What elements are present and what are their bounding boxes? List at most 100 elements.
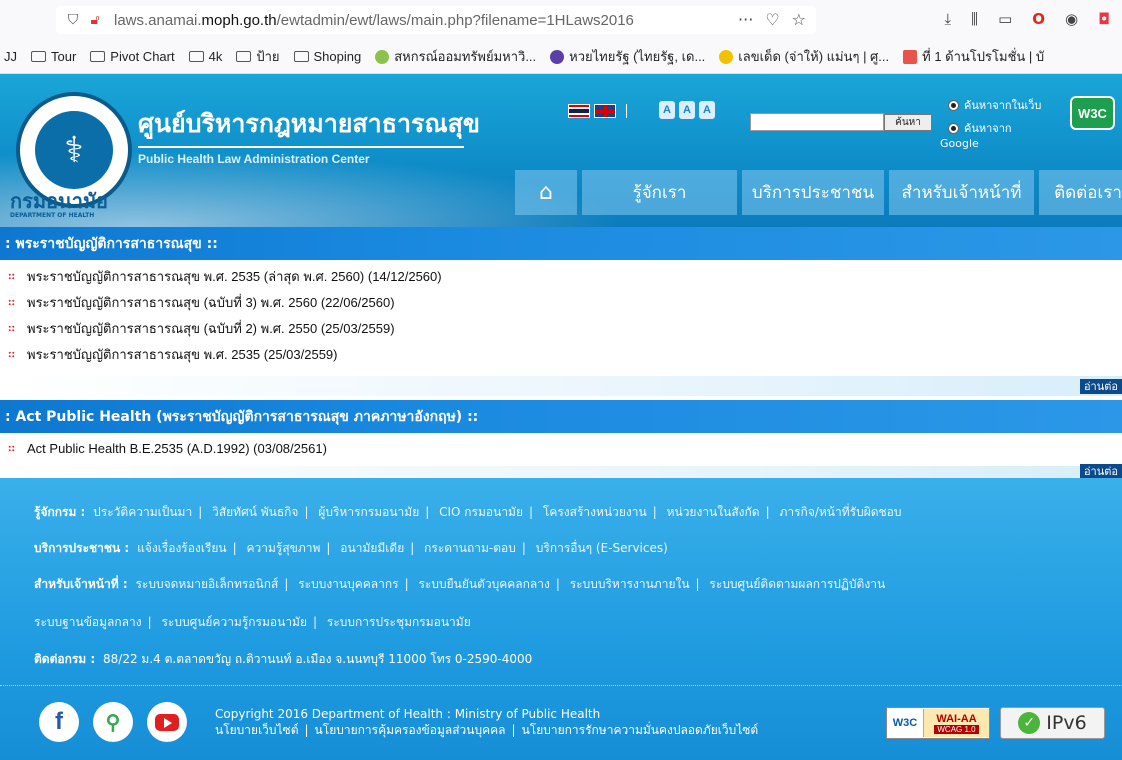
search-input[interactable] [750,113,884,131]
bookmark-pivot-chart[interactable]: Pivot Chart [90,49,175,64]
bookmark-lottery[interactable]: เลขเด็ด (จ่าให้) แม่นๆ | ศู... [719,46,889,67]
bookmark-shoping[interactable]: Shoping [293,49,361,64]
read-more-bar: อ่านต่อ [0,464,1122,479]
search-option-site[interactable]: ค้นหาจากในเว็บ [948,96,1041,114]
extension-icon[interactable]: ◉ [1065,10,1078,28]
thairath-icon [550,49,565,64]
sidebar-icon[interactable]: ▭ [998,10,1012,28]
footer-link[interactable]: ภารกิจ/หน้าที่รับผิดชอบ [779,505,901,519]
footer-service-label: บริการประชาชน : [34,541,130,555]
law-list-public-health-act: พระราชบัญญัติการสาธารณสุข พ.ศ. 2535 (ล่า… [0,263,1122,367]
w3c-badge[interactable]: W3C [1070,96,1115,130]
main-navigation: ⌂ รู้จักเรา บริการประชาชน สำหรับเจ้าหน้า… [515,170,1122,215]
footer-link[interactable]: อนามัยมีเดีย [340,541,404,555]
nav-contact[interactable]: ติดต่อเรา [1039,170,1122,215]
folder-icon [293,51,309,62]
policy-link[interactable]: นโยบายการรักษาความมั่นคงปลอดภัยเว็บไซต์ [522,723,759,737]
footer-link[interactable]: ผู้บริหารกรมอนามัย [318,505,419,519]
footer-staff-label: สำหรับเจ้าหน้าที่ : [34,577,128,591]
bookmark-thairath[interactable]: หวยไทยรัฐ (ไทยรัฐ, เด... [550,46,705,67]
address-bar[interactable]: ⛉ 🔓︎ laws.anamai.moph.go.th/ewtadmin/ewt… [56,6,816,34]
title-divider [138,146,464,148]
footer-link[interactable]: แจ้งเรื่องร้องเรียน [137,541,227,555]
wai-w3c-label: W3C [892,717,918,729]
footer-link[interactable]: ระบบฐานข้อมูลกลาง [34,615,142,629]
policy-link[interactable]: นโยบายการคุ้มครองข้อมูลส่วนบุคคล [315,723,506,737]
site-subtitle: Public Health Law Administration Center [138,152,370,166]
bookmark-promo[interactable]: ที่ 1 ด้านโปรโมชั่น | บั [903,46,1044,67]
language-switcher [568,104,627,118]
bookmark-overflow[interactable]: JJ [4,49,17,64]
radio-site[interactable] [948,99,959,111]
read-more-button[interactable]: อ่านต่อ [1079,379,1122,394]
font-small-button[interactable]: A [659,101,675,119]
wcag-label: WCAG 1.0 [934,724,979,734]
law-item[interactable]: พระราชบัญญัติการสาธารณสุข (ฉบับที่ 3) พ.… [0,289,1122,315]
footer-link[interactable]: ระบบการประชุมกรมอนามัย [327,615,471,629]
footer-link[interactable]: วิสัยทัศน์ พันธกิจ [212,505,298,519]
section-heading-act-english: : Act Public Health (พระราชบัญญัติการสาธ… [0,400,1122,433]
youtube-icon[interactable] [147,702,187,742]
bookmark-coop[interactable]: สหกรณ์ออมทรัพย์มหาวิ... [375,46,536,67]
law-item[interactable]: Act Public Health B.E.2535 (A.D.1992) (0… [0,435,1122,461]
font-large-button[interactable]: A [699,101,715,119]
law-item[interactable]: พระราชบัญญัติการสาธารณสุข พ.ศ. 2535 (25/… [0,341,1122,367]
site-footer: รู้จักกรม : ประวัติความเป็นมา | วิสัยทัศน… [0,478,1122,760]
footer-link[interactable]: โครงสร้างหน่วยงาน [543,505,647,519]
footer-link[interactable]: หน่วยงานในสังกัด [667,505,760,519]
folder-icon [188,51,204,62]
footer-link[interactable]: ระบบยืนยันตัวบุคคลกลาง [418,577,549,591]
page-actions-icon[interactable]: ··· [738,10,753,29]
nav-staff[interactable]: สำหรับเจ้าหน้าที่ [889,170,1034,215]
bullet-icon [8,272,15,280]
library-icon[interactable]: ⫼ [971,10,978,28]
footer-link[interactable]: ความรู้สุขภาพ [246,541,320,555]
footer-link[interactable]: ระบบงานบุคคลากร [298,577,398,591]
read-more-button[interactable]: อ่านต่อ [1079,464,1122,479]
caduceus-icon: ⚕ [35,111,113,189]
bookmark-sign[interactable]: ป้าย [236,46,280,67]
search-option-google[interactable]: ค้นหาจาก [948,119,1012,137]
uk-flag-icon[interactable] [594,104,616,118]
search-button[interactable]: ค้นหา [884,114,932,131]
footer-link[interactable]: CIO กรมอนามัย [439,505,523,519]
pocket-icon[interactable]: ♡ [765,10,779,29]
footer-link[interactable]: ระบบบริหารงานภายใน [570,577,690,591]
folder-icon [31,51,46,62]
addon-icon[interactable]: ◘ [1098,10,1110,28]
law-item[interactable]: พระราชบัญญัติการสาธารณสุข พ.ศ. 2535 (ล่า… [0,263,1122,289]
facebook-icon[interactable]: f [39,702,79,742]
tracking-shield-icon[interactable]: ⛉ [62,12,84,28]
footer-link[interactable]: ประวัติความเป็นมา [93,505,192,519]
google-maps-icon[interactable]: ⚲ [93,702,133,742]
font-medium-button[interactable]: A [679,101,695,119]
thai-flag-icon[interactable] [568,104,590,118]
bookmark-tour[interactable]: Tour [31,49,76,64]
footer-contact-address: 88/22 ม.4 ต.ตลาดขวัญ ถ.ติวานนท์ อ.เมือง … [103,652,533,666]
footer-service-row: บริการประชาชน : แจ้งเรื่องร้องเรียน | ควา… [34,541,668,555]
footer-link[interactable]: ระบบจดหมายอิเล็กทรอนิกส์ [135,577,278,591]
insecure-lock-icon[interactable]: 🔓︎ [84,12,106,28]
wai-aa-badge[interactable]: W3C WAI-AA WCAG 1.0 [886,707,990,739]
site-title: ศูนย์บริหารกฎหมายสาธารณสุข [138,109,480,138]
bookmarks-bar: JJ Tour Pivot Chart 4k ป้าย Shoping สหกร… [0,40,1122,74]
section-heading-public-health-act: : พระราชบัญญัติการสาธารณสุข :: [0,227,1122,260]
home-icon[interactable]: ⌂ [515,170,577,215]
nav-about[interactable]: รู้จักเรา [582,170,737,215]
bookmark-4k[interactable]: 4k [188,49,222,64]
law-item[interactable]: พระราชบัญญัติการสาธารณสุข (ฉบับที่ 2) พ.… [0,315,1122,341]
read-more-bar: อ่านต่อ [0,376,1122,396]
url-text[interactable]: laws.anamai.moph.go.th/ewtadmin/ewt/laws… [114,12,634,29]
radio-google[interactable] [948,122,959,134]
footer-link[interactable]: ระบบศูนย์ติดตามผลการปฏิบัติงาน [709,577,885,591]
law-list-act-english: Act Public Health B.E.2535 (A.D.1992) (0… [0,435,1122,461]
nav-public-service[interactable]: บริการประชาชน [742,170,884,215]
policy-link[interactable]: นโยบายเว็บไซต์ [215,723,299,737]
footer-link[interactable]: ระบบศูนย์ความรู้กรมอนามัย [161,615,307,629]
footer-link[interactable]: บริการอื่นๆ (E-Services) [536,541,668,555]
opera-icon[interactable]: O [1032,10,1045,28]
bookmark-star-icon[interactable]: ☆ [792,10,806,29]
downloads-icon[interactable]: ⤓ [945,10,952,28]
footer-link[interactable]: กระดานถาม-ตอบ [424,541,516,555]
ipv6-badge[interactable]: ✓ IPv6 [1000,707,1105,739]
